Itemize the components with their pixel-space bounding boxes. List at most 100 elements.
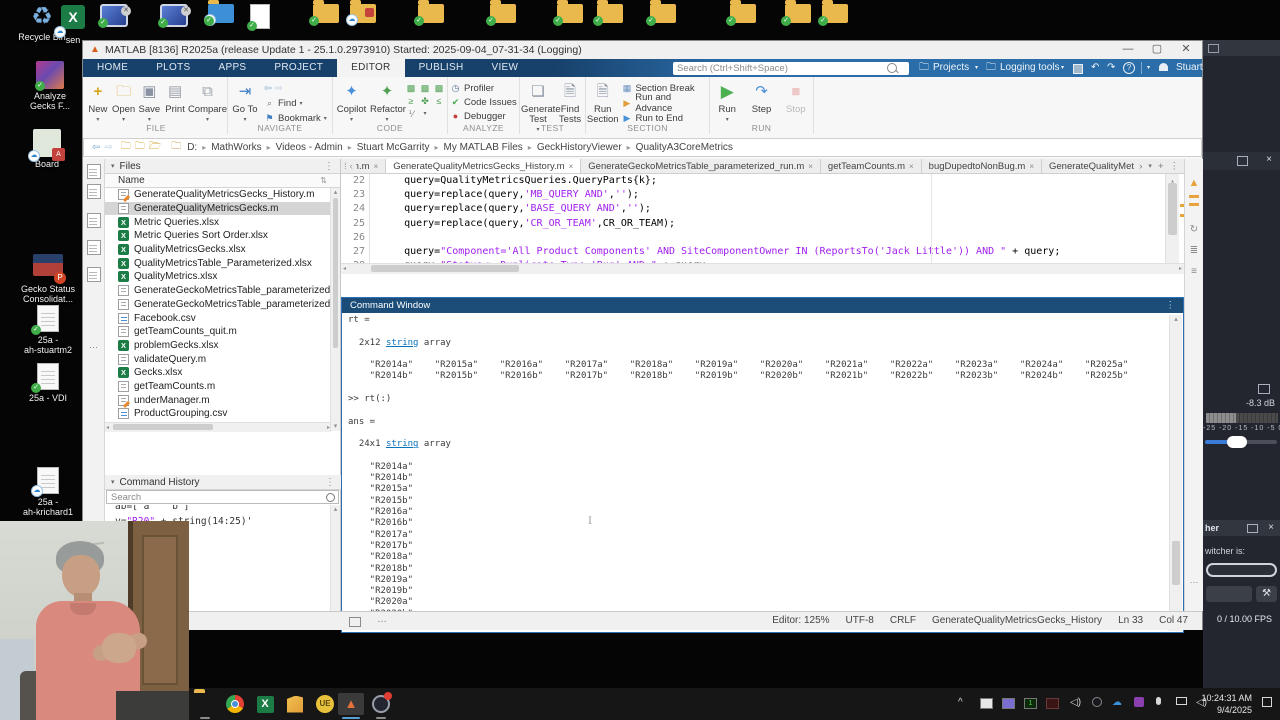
- address-bar[interactable]: ⇦ ⇨ 🗀 🗀 🗁 🗀 D:▸MathWorks▸Videos - Admin▸…: [83, 138, 1202, 157]
- file-row[interactable]: getTeamCounts_quit.m: [105, 325, 340, 339]
- step-button[interactable]: ↷Step: [745, 81, 779, 115]
- print-button[interactable]: ▤Print: [162, 81, 188, 115]
- close-tab-icon[interactable]: ×: [808, 162, 813, 171]
- file-row[interactable]: underManager.m: [105, 393, 340, 407]
- projects-folder-icon[interactable]: 🗀: [919, 59, 929, 77]
- tab-apps[interactable]: APPS: [205, 59, 261, 77]
- history-menu-icon[interactable]: ⋮: [325, 477, 335, 488]
- tray-window-white[interactable]: [980, 698, 993, 709]
- find-button[interactable]: ⌕Find▾: [262, 96, 327, 110]
- tab-publish[interactable]: PUBLISH: [405, 59, 478, 77]
- history-search-input[interactable]: Search: [106, 490, 339, 504]
- copy-window-icon[interactable]: [1237, 156, 1248, 166]
- tab-menu-icon[interactable]: ⋮: [1170, 161, 1180, 172]
- file-row[interactable]: XQualityMetrics.xlsx: [105, 270, 340, 284]
- tab-project[interactable]: PROJECT: [260, 59, 337, 77]
- files-hscrollbar[interactable]: ◂ ▸: [105, 422, 331, 432]
- panel-archive-icon[interactable]: [87, 267, 101, 282]
- desktop-icon-folder[interactable]: ✓: [785, 4, 813, 30]
- taskbar-obs-icon[interactable]: [370, 693, 392, 715]
- file-row[interactable]: XproblemGecks.xlsx: [105, 339, 340, 353]
- projects-label[interactable]: Projects: [933, 59, 969, 77]
- list-icon[interactable]: [1208, 44, 1219, 53]
- slider-thumb[interactable]: [1227, 436, 1247, 448]
- tab-controls[interactable]: ›▾+⋮: [1134, 159, 1184, 173]
- desktop-icon-pdf[interactable]: A☁Board: [14, 128, 80, 169]
- file-row[interactable]: GenerateQualityMetricsGecks.mC: [105, 202, 340, 216]
- file-row[interactable]: Facebook.csv: [105, 311, 340, 325]
- tray-clock[interactable]: 10:24:31 AM9/4/2025: [1201, 692, 1252, 716]
- collapse-icon[interactable]: ▾: [111, 162, 115, 170]
- console-vscrollbar[interactable]: ▴ ▾: [1169, 315, 1182, 631]
- history-vscrollbar[interactable]: ▴: [330, 505, 340, 611]
- tray-terminal-icon[interactable]: 1: [1024, 698, 1037, 709]
- status-line-ending[interactable]: CRLF: [890, 615, 916, 626]
- open-button[interactable]: 🗀Open▾: [111, 81, 137, 125]
- close-tab-icon[interactable]: ×: [909, 162, 914, 171]
- collapse-icon[interactable]: ▾: [111, 478, 115, 486]
- desktop-icon-folder[interactable]: ✓: [597, 4, 625, 30]
- tray-notification-icon[interactable]: [1262, 697, 1272, 710]
- file-row[interactable]: XQualityMetricsTable_Parameterized.xlsx: [105, 256, 340, 270]
- file-row[interactable]: ProductGrouping.csv: [105, 407, 340, 421]
- editor-tab[interactable]: GenerateQualityMetricsGecks.m×: [1042, 159, 1134, 173]
- tray-app-icon[interactable]: [1134, 697, 1144, 710]
- browse-folder-icon[interactable]: 🗁: [149, 139, 161, 156]
- switcher-panel-header[interactable]: her ×: [1203, 520, 1280, 536]
- taskbar-ultraedit-icon[interactable]: UE: [314, 693, 336, 715]
- wrap-icon[interactable]: ▩: [434, 83, 445, 94]
- status-more-icon[interactable]: …: [377, 614, 387, 625]
- switcher-pill-input[interactable]: [1206, 563, 1277, 577]
- file-row[interactable]: XQualityMetricsGecks.xlsx: [105, 243, 340, 257]
- editor-tab[interactable]: GenerateGeckoMetricsTable_parameterized_…: [581, 159, 821, 173]
- debugger-button[interactable]: ●Debugger: [448, 109, 519, 123]
- breadcrumb-item[interactable]: Videos - Admin: [276, 142, 343, 153]
- desktop-icon-folder[interactable]: ✓: [490, 4, 518, 30]
- outline-icon[interactable]: ≣: [1185, 245, 1203, 256]
- new-tab-icon[interactable]: +: [1158, 161, 1164, 172]
- tab-plots[interactable]: PLOTS: [142, 59, 204, 77]
- close-icon[interactable]: ×: [1266, 154, 1272, 165]
- smart-indent-icon[interactable]: ✤: [420, 96, 431, 107]
- new-button[interactable]: +New▾: [85, 81, 111, 125]
- warning-summary-icon[interactable]: ▲: [1185, 177, 1203, 189]
- percent-icon[interactable]: ⅟: [406, 109, 417, 120]
- qab-caret-icon[interactable]: ▾: [1147, 59, 1150, 77]
- breakpoint-gutter[interactable]: [369, 245, 380, 259]
- desktop-icon-monitor[interactable]: ✓✕: [100, 4, 128, 30]
- new-folder-icon[interactable]: 🗀: [135, 139, 145, 156]
- find-tests-button[interactable]: 🗎Find Tests: [556, 81, 584, 125]
- desktop-icon-folder-blue[interactable]: ☁✓: [208, 4, 236, 30]
- indent-icon[interactable]: ≥: [406, 96, 417, 107]
- copilot-button[interactable]: ✦Copilot▾: [335, 81, 369, 125]
- tray-window-purple[interactable]: [1002, 698, 1015, 709]
- panel-more-icon[interactable]: ⋯: [83, 342, 104, 353]
- files-column-header[interactable]: Name ⇅: [105, 174, 340, 188]
- tools-button[interactable]: ⚒: [1256, 586, 1277, 602]
- desktop-icon-image[interactable]: ✓Analyze Gecks F...: [20, 60, 80, 111]
- breadcrumb-item[interactable]: QualityA3CoreMetrics: [636, 142, 733, 153]
- file-row[interactable]: GenerateQualityMetricsGecks_History.mC: [105, 188, 340, 202]
- panel-history-icon[interactable]: [87, 184, 101, 199]
- desktop-icon-folder[interactable]: ✓: [557, 4, 585, 30]
- tray-obs-icon[interactable]: [1092, 697, 1102, 710]
- run-section-button[interactable]: 🗎Run Section: [586, 81, 619, 125]
- file-row[interactable]: GenerateGeckoMetricsTable_parameterized_…: [105, 284, 340, 298]
- desktop-icon-doc[interactable]: ✓: [246, 4, 274, 30]
- desktop-icon-ppt[interactable]: PGecko Status Consolidat...: [8, 250, 88, 304]
- redo-icon[interactable]: ↷: [1107, 59, 1115, 77]
- stop-button[interactable]: ■Stop: [779, 81, 813, 115]
- undo-icon[interactable]: ↶: [1091, 59, 1099, 77]
- forward-icon[interactable]: ⇨: [104, 142, 112, 153]
- code-issues-button[interactable]: ✔Code Issues: [448, 95, 519, 109]
- back-icon[interactable]: ⇦: [92, 142, 100, 153]
- logging-caret-icon[interactable]: ▾: [1061, 59, 1064, 77]
- panel-doc-icon[interactable]: [87, 164, 101, 179]
- tray-window-red[interactable]: [1046, 698, 1059, 709]
- maximize-button[interactable]: ▢: [1143, 42, 1171, 57]
- file-row[interactable]: validateQuery.m: [105, 352, 340, 366]
- breadcrumb-item[interactable]: My MATLAB Files: [444, 142, 523, 153]
- editor-tab[interactable]: getTeamCounts.m×: [821, 159, 922, 173]
- tray-speaker-icon[interactable]: ◁): [1070, 697, 1081, 708]
- desktop-icon-excel[interactable]: X☁sen: [56, 2, 90, 45]
